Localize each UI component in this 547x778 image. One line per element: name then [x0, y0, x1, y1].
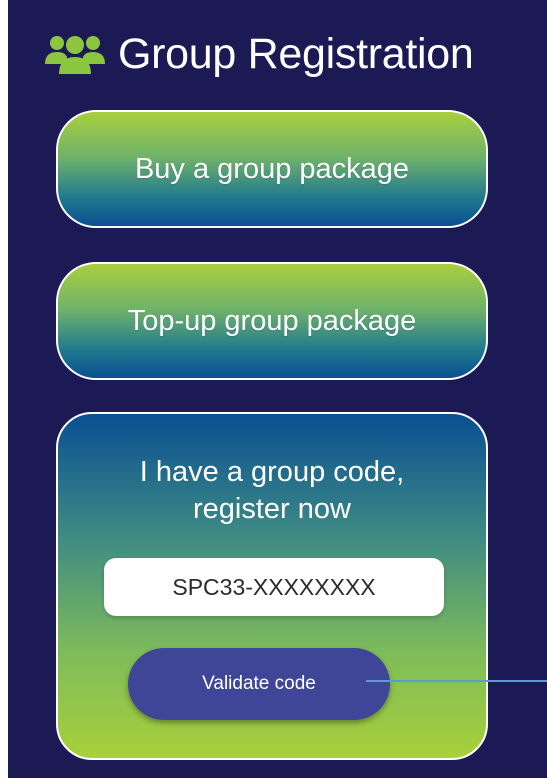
validate-code-button[interactable]: Validate code: [128, 648, 390, 720]
buy-group-package-label: Buy a group package: [134, 152, 410, 185]
buy-group-package-button[interactable]: Buy a group package: [56, 110, 488, 228]
page: Group Registration Buy a group package T…: [0, 0, 547, 778]
group-code-heading: I have a group code, register now: [58, 454, 486, 528]
topup-group-package-button[interactable]: Top-up group package: [56, 262, 488, 380]
group-code-heading-text: I have a group code, register now: [139, 456, 405, 525]
group-code-input[interactable]: [104, 558, 444, 616]
group-code-card: I have a group code, register now Valida…: [56, 412, 488, 760]
pointer-line: [366, 680, 547, 682]
page-title: Group Registration: [118, 29, 474, 78]
users-group-icon: [45, 36, 105, 74]
topup-group-package-label: Top-up group package: [127, 304, 417, 337]
header: Group Registration: [44, 24, 474, 84]
